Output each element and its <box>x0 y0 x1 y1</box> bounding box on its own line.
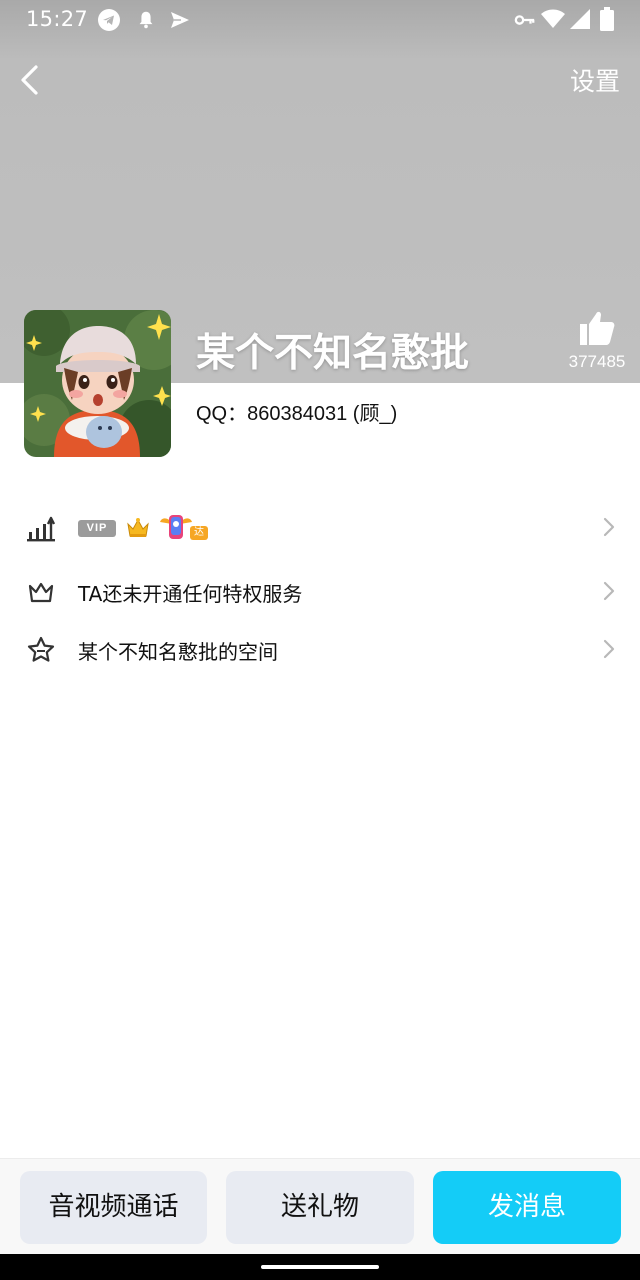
wifi-icon <box>541 9 565 28</box>
system-nav-bar <box>0 1254 640 1280</box>
privilege-text: TA还未开通任何特权服务 <box>78 582 303 606</box>
chevron-right-icon <box>603 639 615 659</box>
level-row[interactable]: VIP 达人 <box>0 502 640 552</box>
thumbs-up-icon <box>580 311 615 345</box>
privilege-row[interactable]: TA还未开通任何特权服务 <box>0 566 640 616</box>
crown-icon <box>127 518 149 537</box>
chevron-right-icon <box>603 517 615 537</box>
send-gift-button[interactable]: 送礼物 <box>226 1171 414 1244</box>
home-gesture-handle[interactable] <box>261 1265 379 1269</box>
avatar-image <box>24 310 171 457</box>
back-button[interactable] <box>14 60 50 100</box>
qq-number-line: QQ：860384031 (顾_) <box>196 397 397 426</box>
status-time: 15:27 <box>26 7 89 31</box>
vpn-key-icon <box>514 15 535 25</box>
qq-label: QQ： <box>196 403 248 425</box>
like-count: 377485 <box>568 352 626 371</box>
battery-icon <box>600 7 614 31</box>
level-bars-icon <box>27 516 56 542</box>
space-text: 某个不知名憨批的空间 <box>78 640 278 664</box>
vip-badge: VIP <box>78 520 116 537</box>
bottom-action-bar: 音视频通话 送礼物 发消息 <box>0 1158 640 1255</box>
space-row[interactable]: 某个不知名憨批的空间 <box>0 624 640 674</box>
av-call-button[interactable]: 音视频通话 <box>20 1171 207 1244</box>
avatar[interactable] <box>24 310 171 457</box>
chevron-right-icon <box>603 581 615 601</box>
qq-number: 860384031 <box>247 403 348 425</box>
profile-nickname: 某个不知名憨批 <box>196 331 470 376</box>
star-outline-icon <box>27 636 55 662</box>
crown-outline-icon <box>28 582 54 603</box>
send-message-button[interactable]: 发消息 <box>433 1171 621 1244</box>
send-plane-icon <box>171 12 189 28</box>
qq-remark: (顾_) <box>347 403 398 425</box>
notification-bell-icon <box>139 11 153 29</box>
daren-badge: 达人 <box>190 526 208 552</box>
cellular-signal-icon <box>570 9 590 29</box>
like-button[interactable]: 377485 <box>562 310 632 372</box>
telegram-icon <box>98 9 120 31</box>
settings-button[interactable]: 设置 <box>570 62 620 98</box>
chevron-left-icon <box>21 65 38 95</box>
status-bar: 15:27 <box>0 0 640 40</box>
